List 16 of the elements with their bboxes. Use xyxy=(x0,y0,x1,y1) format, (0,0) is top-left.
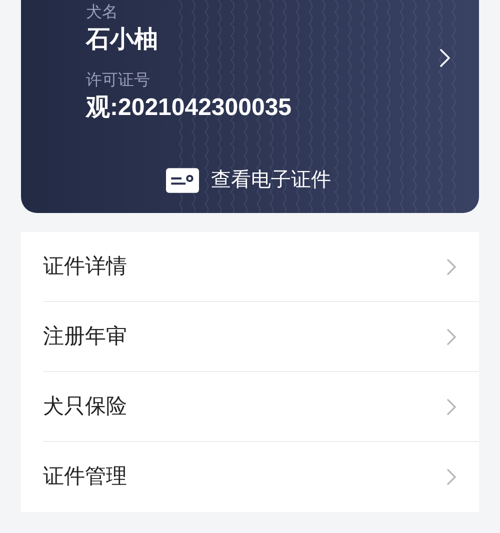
view-certificate-button[interactable]: 查看电子证件 xyxy=(166,166,331,194)
dog-name: 石小柚 xyxy=(86,25,159,55)
name-label: 犬名 xyxy=(86,2,119,23)
menu-item[interactable]: 注册年审 xyxy=(43,302,479,372)
license-card[interactable]: 犬名 石小柚 许可证号 观:2021042300035 查看电子证件 xyxy=(21,0,479,213)
chevron-right-icon xyxy=(446,328,457,346)
chevron-right-icon xyxy=(446,258,457,276)
chevron-right-icon xyxy=(446,398,457,416)
license-label: 许可证号 xyxy=(86,71,151,91)
chevron-right-icon xyxy=(446,468,457,486)
menu-item[interactable]: 证件管理 xyxy=(43,442,479,512)
id-card-icon xyxy=(166,168,199,192)
menu-item[interactable]: 犬只保险 xyxy=(43,372,479,442)
license-number: 观:2021042300035 xyxy=(86,93,293,123)
chevron-right-icon xyxy=(439,48,451,68)
menu-item[interactable]: 证件详情 xyxy=(43,232,479,302)
